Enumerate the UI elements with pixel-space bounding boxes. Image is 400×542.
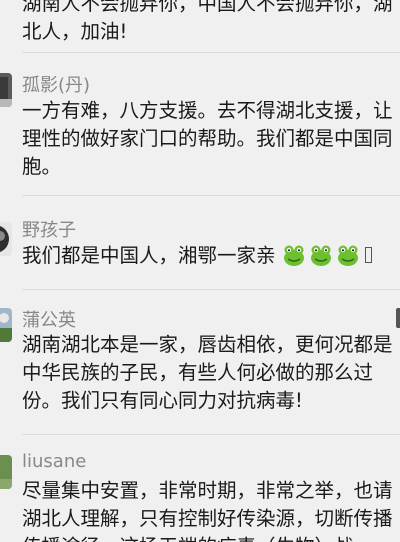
frog-emoji-icon [309, 243, 333, 267]
comment-body: 湖南人不会抛弃你，中国人不会抛弃你，湖 北人，加油! [22, 0, 400, 44]
comment-line: 尽量集中安置，非常时期，非常之举，也请 [22, 479, 393, 502]
comment-text: 我们都是中国人，湘鄂一家亲 [22, 244, 276, 267]
comment-body: 尽量集中安置，非常时期，非常之举，也请 湖北人理解，只有控制好传染源，切断传播 … [22, 477, 400, 542]
comment-line: 我们都是中国人，湘鄂一家亲 [22, 242, 400, 270]
avatar[interactable] [0, 73, 12, 107]
comment-line: 湖北人理解，只有控制好传染源，切断传播 [22, 507, 393, 530]
comment-body: 我们都是中国人，湘鄂一家亲 [22, 242, 400, 270]
comment-author[interactable]: liusane [22, 451, 86, 472]
comment-line: 中华民族的子民，有些人何必做的那么过 [22, 361, 374, 384]
avatar[interactable] [0, 308, 12, 342]
missing-glyph-icon [364, 247, 372, 263]
comment-body: 一方有难，八方支援。去不得湖北支援，让 理性的做好家门口的帮助。我们都是中国同 … [22, 97, 400, 181]
avatar[interactable] [0, 222, 12, 256]
comment-item: liusane 尽量集中安置，非常时期，非常之举，也请 湖北人理解，只有控制好传… [0, 435, 400, 542]
scrollbar-handle[interactable] [396, 308, 400, 328]
frog-emoji-icon [336, 243, 360, 267]
avatar[interactable] [0, 455, 12, 489]
comment-body: 湖南湖北本是一家，唇齿相依，更何况都是 中华民族的子民，有些人何必做的那么过 份… [22, 331, 400, 415]
comment-line: 湖南湖北本是一家，唇齿相依，更何况都是 [22, 333, 393, 356]
comment-author[interactable]: 孤影(丹) [22, 71, 90, 97]
comment-line: 北人，加油! [22, 20, 128, 43]
comment-line: 胞。 [22, 155, 62, 178]
comment-line: 湖南人不会抛弃你，中国人不会抛弃你，湖 [22, 0, 393, 15]
comment-line: 份。我们只有同心同力对抗病毒! [22, 389, 303, 412]
frog-emoji-icon [282, 243, 306, 267]
comment-line: 理性的做好家门口的帮助。我们都是中国同 [22, 127, 393, 150]
comment-line: 一方有难，八方支援。去不得湖北支援，让 [22, 99, 393, 122]
comment-author[interactable]: 野孩子 [22, 216, 76, 242]
comment-item: 孤影(丹) 一方有难，八方支援。去不得湖北支援，让 理性的做好家门口的帮助。我们… [0, 53, 400, 193]
comment-item: 野孩子 我们都是中国人，湘鄂一家亲 [0, 196, 400, 290]
comment-item: 蒲公英 湖南湖北本是一家，唇齿相依，更何况都是 中华民族的子民，有些人何必做的那… [0, 290, 400, 440]
comment-author[interactable]: 蒲公英 [22, 306, 76, 332]
comment-item: 湖南人不会抛弃你，中国人不会抛弃你，湖 北人，加油! [0, 0, 400, 44]
comment-line: 传播途径，这场无端的病毒（生物）战 [22, 533, 400, 542]
